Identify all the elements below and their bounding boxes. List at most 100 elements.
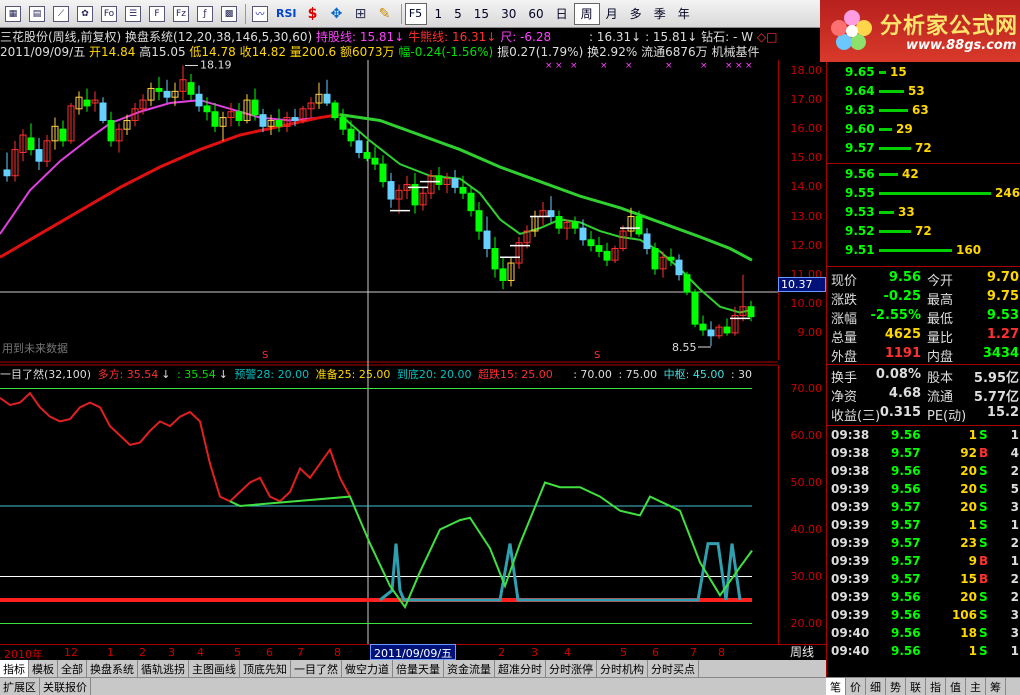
indicator-tick: 20.00 <box>790 616 823 630</box>
period-8[interactable]: 多 <box>624 3 648 25</box>
tabs-tab-9[interactable]: 倍量天量 <box>393 660 444 677</box>
tabs2-tab-1[interactable]: 关联报价 <box>40 678 91 695</box>
period-1[interactable]: 5 <box>448 3 468 25</box>
f10-icon[interactable]: F <box>146 3 168 25</box>
right-tabs-tab-7[interactable]: 主 <box>966 678 986 695</box>
candle-body <box>451 178 459 188</box>
move-icon[interactable]: ✥ <box>326 3 348 25</box>
bar-amplitude: 振0.27(1.79%) <box>497 45 584 59</box>
ask-price: 9.64 <box>845 84 875 98</box>
right-tabs-tab-5[interactable]: 指 <box>926 678 946 695</box>
wave-chart-icon[interactable]: 〰 <box>249 3 271 25</box>
fiz-icon[interactable]: Fz <box>170 3 192 25</box>
price-tick: 10.00 <box>790 296 823 310</box>
candle-body <box>595 245 603 252</box>
tabs-tab-4[interactable]: 循轨逃拐 <box>138 660 189 677</box>
ask-row[interactable]: 9.65 15 <box>827 63 1020 82</box>
period-10[interactable]: 年 <box>672 3 696 25</box>
tabs-tab-2[interactable]: 全部 <box>58 660 87 677</box>
trade-row[interactable]: 09:39 9.57 9 B 1 <box>827 554 1020 572</box>
period-6[interactable]: 周 <box>573 2 600 25</box>
trade-row[interactable]: 09:38 9.57 92 B 4 <box>827 446 1020 464</box>
period-0[interactable]: 1 <box>429 3 449 25</box>
trade-row[interactable]: 09:38 9.56 1 S 1 <box>827 428 1020 446</box>
bid-row[interactable]: 9.53 33 <box>827 203 1020 222</box>
site-logo: 分析家公式网 www.88gs.com <box>820 0 1020 62</box>
ask-volume-bar <box>879 109 908 112</box>
tabs-tab-8[interactable]: 做空力道 <box>342 660 393 677</box>
right-tabs-tab-4[interactable]: 联 <box>906 678 926 695</box>
trade-row[interactable]: 09:39 9.56 106 S 3 <box>827 608 1020 626</box>
period-4[interactable]: 60 <box>522 3 549 25</box>
right-tabs-tab-0[interactable]: 笔 <box>826 678 846 695</box>
right-tabs-tab-2[interactable]: 细 <box>866 678 886 695</box>
ask-row[interactable]: 9.64 53 <box>827 82 1020 101</box>
date-tick: 6 <box>266 646 273 659</box>
tabs-tab-3[interactable]: 换盘系统 <box>87 660 138 677</box>
trade-row[interactable]: 09:40 9.56 1 S 1 <box>827 644 1020 662</box>
tabs2-tab-0[interactable]: 扩展区 <box>0 678 40 695</box>
ask-row[interactable]: 9.60 29 <box>827 120 1020 139</box>
trade-volume: 20 <box>960 500 977 514</box>
signal-x-icon: × <box>625 61 633 71</box>
tabs-tab-13[interactable]: 分时机构 <box>597 660 648 677</box>
tabs-tab-11[interactable]: 超准分时 <box>495 660 546 677</box>
ask-row[interactable]: 9.63 63 <box>827 101 1020 120</box>
right-tabs-tab-6[interactable]: 值 <box>946 678 966 695</box>
candle-body <box>579 227 587 241</box>
fo-icon[interactable]: Fo <box>98 3 120 25</box>
flower-icon[interactable]: ✿ <box>74 3 96 25</box>
trade-row[interactable]: 09:39 9.57 23 S 2 <box>827 536 1020 554</box>
calc-icon[interactable]: ▩ <box>218 3 240 25</box>
fx-icon[interactable]: ƒ <box>194 3 216 25</box>
tabs-tab-1[interactable]: 模板 <box>29 660 58 677</box>
quote-label: 涨跌 <box>831 293 858 308</box>
zoom-icon[interactable]: ⊞ <box>350 3 372 25</box>
tabs-tab-10[interactable]: 资金流量 <box>444 660 495 677</box>
trade-row[interactable]: 09:39 9.57 20 S 3 <box>827 500 1020 518</box>
list-icon[interactable]: ☰ <box>122 3 144 25</box>
trade-row[interactable]: 09:39 9.56 20 S 5 <box>827 482 1020 500</box>
right-tabs-tab-3[interactable]: 势 <box>886 678 906 695</box>
tabs-tab-5[interactable]: 主图画线 <box>189 660 240 677</box>
bid-row[interactable]: 9.51 160 <box>827 241 1020 260</box>
right-tabs-tab-8[interactable]: 筹 <box>986 678 1006 695</box>
value-30: : 30 <box>730 368 753 381</box>
trade-price: 9.56 <box>891 626 921 640</box>
period-5[interactable]: 日 <box>550 3 574 25</box>
tabs-tab-0[interactable]: 指标 <box>0 660 29 677</box>
bid-row[interactable]: 9.55 246 <box>827 184 1020 203</box>
period-3[interactable]: 30 <box>495 3 522 25</box>
bid-row[interactable]: 9.56 42 <box>827 165 1020 184</box>
quote-row-zongliang: 总量 4625 量比 1.27 <box>827 327 1020 346</box>
period-2[interactable]: 15 <box>468 3 495 25</box>
grid-icon[interactable]: ▦ <box>2 3 24 25</box>
candle-body <box>355 140 363 153</box>
table-icon[interactable]: ▤ <box>26 3 48 25</box>
period-9[interactable]: 季 <box>648 3 672 25</box>
indicator-tick: 70.00 <box>790 381 823 395</box>
trade-row[interactable]: 09:40 9.56 18 S 3 <box>827 626 1020 644</box>
pencil-icon[interactable]: ✎ <box>374 3 396 25</box>
tabs-tab-7[interactable]: 一目了然 <box>291 660 342 677</box>
tabs-tab-6[interactable]: 顶底先知 <box>240 660 291 677</box>
quote-label: PE(动) <box>927 409 967 424</box>
trade-row[interactable]: 09:39 9.56 20 S 2 <box>827 590 1020 608</box>
bid-row[interactable]: 9.52 72 <box>827 222 1020 241</box>
trade-row[interactable]: 09:38 9.56 20 S 2 <box>827 464 1020 482</box>
rsi-button[interactable]: RSI <box>273 3 300 25</box>
tabs-tab-12[interactable]: 分时涨停 <box>546 660 597 677</box>
line-chart-icon[interactable]: ⟋ <box>50 3 72 25</box>
f5-button[interactable]: F5 <box>404 2 427 25</box>
period-7[interactable]: 月 <box>600 3 624 25</box>
indicator-red-line <box>0 391 351 503</box>
trade-row[interactable]: 09:39 9.57 15 B 2 <box>827 572 1020 590</box>
right-tabs-tab-1[interactable]: 价 <box>846 678 866 695</box>
dollar-icon[interactable]: $ <box>302 3 324 25</box>
trade-row[interactable]: 09:39 9.57 1 S 1 <box>827 518 1020 536</box>
chaotie-value: 超跌15: 25.00 <box>478 368 553 381</box>
tabs-tab-14[interactable]: 分时买点 <box>648 660 699 677</box>
ask-row[interactable]: 9.57 72 <box>827 139 1020 158</box>
trade-time: 09:40 <box>831 644 870 658</box>
kline-chart[interactable]: × × × × × × × × × ×18.198.55S S <box>0 60 778 644</box>
